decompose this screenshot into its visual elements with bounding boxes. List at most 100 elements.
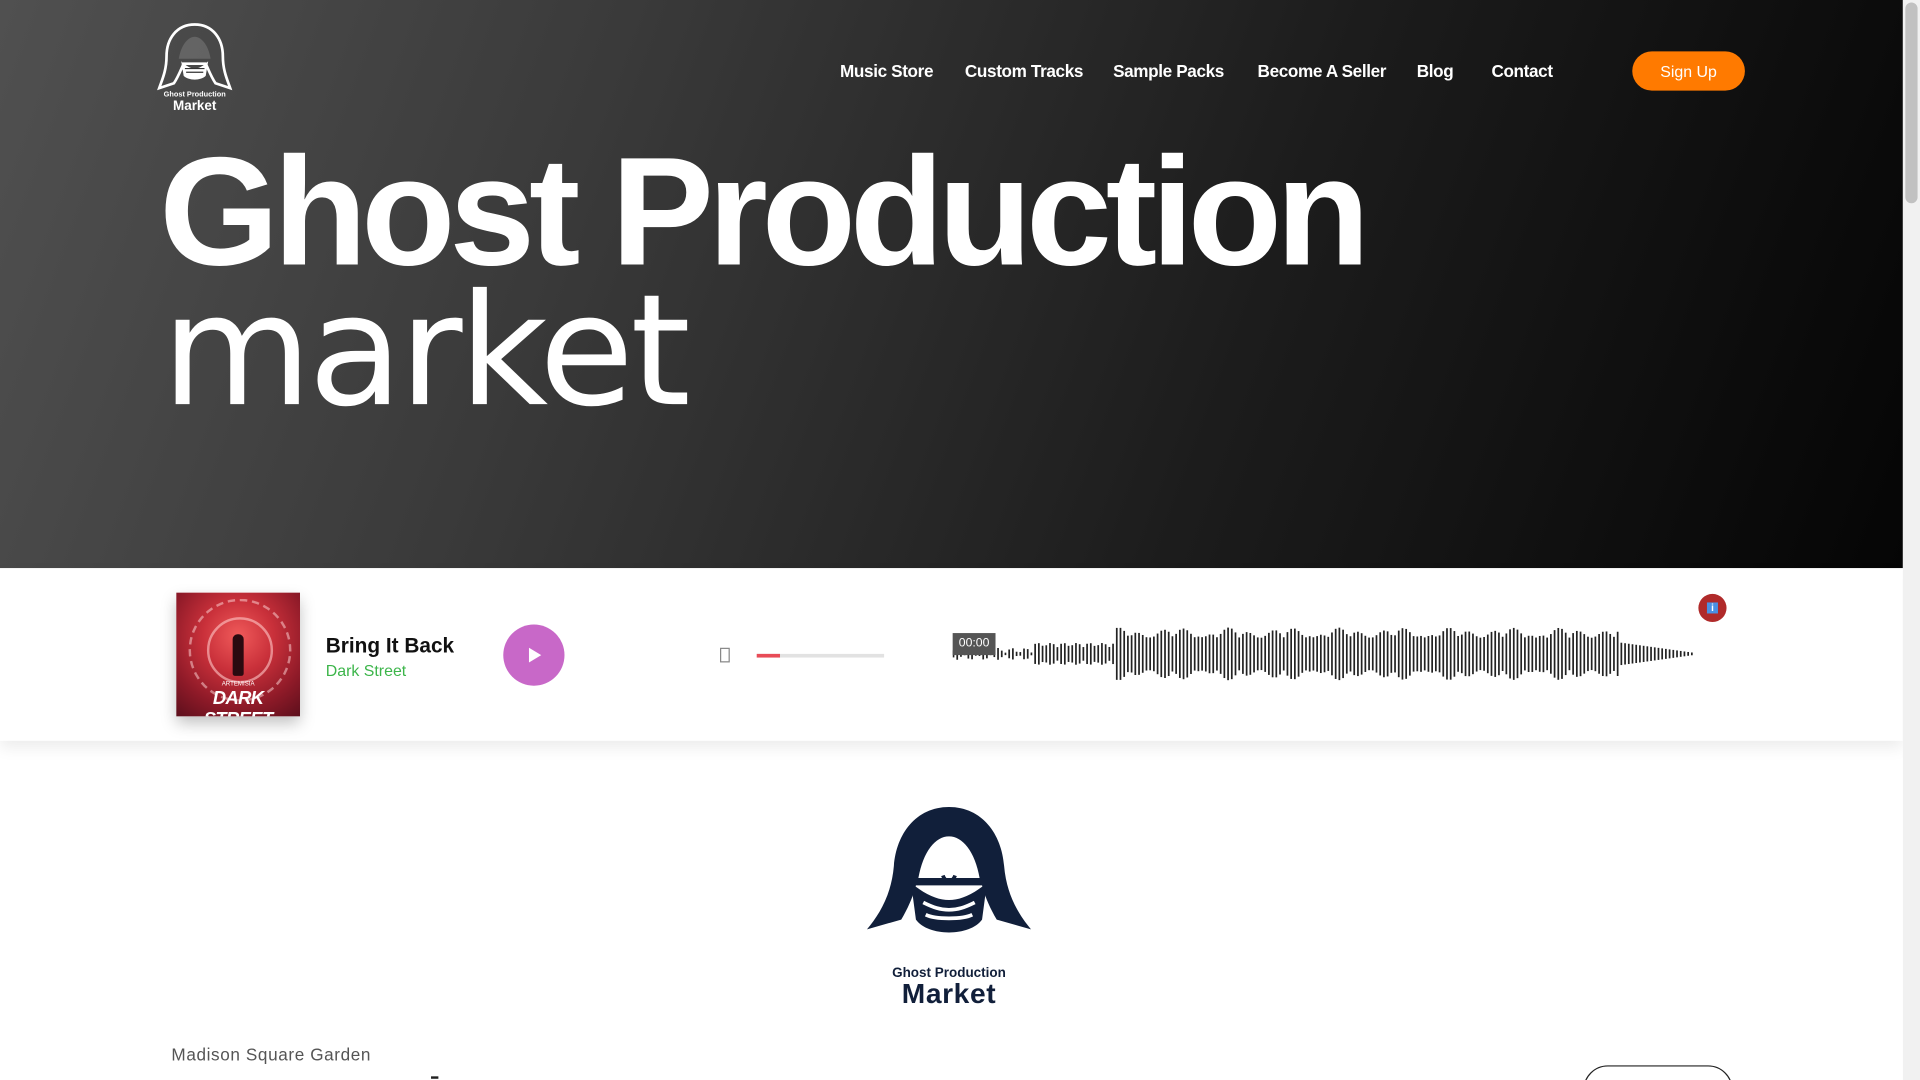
waveform-bar — [1026, 649, 1029, 659]
waveform-bar — [1394, 635, 1396, 673]
waveform-bar — [1349, 636, 1352, 672]
waveform-bar — [1282, 637, 1285, 671]
waveform-bar — [1208, 634, 1211, 674]
waveform-bar — [1546, 637, 1549, 671]
hooded-figure-icon — [866, 806, 1032, 933]
waveform-bar — [1516, 629, 1519, 679]
waveform-bar — [1201, 637, 1203, 671]
waveform-bar — [1479, 637, 1482, 671]
waveform-bar — [1375, 635, 1378, 673]
play-button[interactable] — [503, 624, 565, 686]
waveform-bar — [1594, 636, 1597, 672]
waveform-bar — [1627, 643, 1630, 665]
waveform-bar — [1568, 637, 1571, 671]
waveform-bar — [1371, 637, 1374, 671]
waveform-bar — [1123, 630, 1126, 677]
waveform-bar — [1379, 632, 1382, 676]
waveform-bar — [1483, 636, 1485, 671]
waveform-bar — [1672, 649, 1675, 658]
hooded-figure-icon — [157, 23, 233, 91]
waveform-bar — [1364, 635, 1367, 672]
waveform-bar — [1271, 630, 1274, 678]
waveform-bar — [1245, 632, 1248, 676]
waveform-bar — [1490, 631, 1493, 676]
waveform-bar — [1512, 627, 1515, 680]
waveform-bar — [1212, 634, 1215, 674]
waveform-bar — [1164, 629, 1166, 678]
waveform-bar — [1060, 643, 1062, 664]
cover-title: DARK STREET — [204, 688, 273, 716]
waveform-bar — [1538, 635, 1541, 672]
nav-custom-tracks[interactable]: Custom Tracks — [965, 61, 1084, 81]
waveform[interactable] — [952, 617, 1695, 690]
waveform-bar — [1572, 633, 1574, 675]
cover-figure — [232, 634, 244, 676]
waveform-bar — [1472, 633, 1474, 675]
waveform-bar — [1683, 651, 1686, 657]
waveform-bar — [1219, 633, 1222, 674]
waveform-bar — [1679, 650, 1682, 657]
waveform-bar — [1687, 651, 1690, 656]
info-button[interactable]: i — [1698, 593, 1727, 623]
waveform-bar — [1119, 627, 1122, 680]
waveform-bar — [1650, 646, 1652, 661]
waveform-bar — [1160, 630, 1163, 678]
volume-slider[interactable] — [756, 653, 885, 658]
waveform-bar — [1635, 644, 1638, 663]
volume-level — [756, 653, 780, 658]
waveform-bar — [1063, 643, 1066, 665]
waveform-bar — [1442, 631, 1445, 677]
waveform-bar — [1427, 635, 1430, 672]
waveform-bar — [1535, 637, 1537, 671]
waveform-bar — [1112, 643, 1114, 665]
waveform-bar — [1171, 636, 1174, 672]
waveform-bar — [1197, 636, 1200, 672]
waveform-bar — [1052, 644, 1055, 664]
waveform-bar — [1067, 645, 1070, 662]
waveform-bar — [1345, 634, 1348, 674]
waveform-bar — [1071, 645, 1074, 663]
info-icon: i — [1706, 602, 1718, 614]
waveform-bar — [1468, 631, 1471, 677]
nav-become-seller[interactable]: Become A Seller — [1258, 61, 1387, 81]
waveform-bar — [1256, 637, 1259, 671]
waveform-bar — [1561, 628, 1563, 679]
waveform-bar — [1390, 634, 1393, 673]
site-logo[interactable]: Ghost Production Market — [157, 22, 233, 115]
waveform-bar — [1286, 632, 1289, 676]
waveform-bar — [1416, 636, 1419, 672]
waveform-bar — [1230, 628, 1233, 680]
sign-up-button[interactable]: Sign Up — [1632, 51, 1745, 91]
waveform-bar — [1542, 635, 1545, 673]
time-display: 00:00 — [952, 633, 996, 656]
nav-music-store[interactable]: Music Store — [840, 61, 934, 81]
track-artist[interactable]: Dark Street — [326, 661, 407, 679]
waveform-bar — [1301, 634, 1304, 673]
waveform-bar — [1078, 644, 1081, 664]
waveform-bar — [1620, 642, 1623, 666]
waveform-bar — [1520, 633, 1523, 675]
waveform-bar — [1550, 634, 1552, 674]
waveform-bar — [1004, 652, 1007, 656]
page-scrollbar[interactable] — [1902, 0, 1920, 1080]
waveform-bar — [1193, 637, 1196, 671]
waveform-bar — [1475, 636, 1478, 672]
nav-sample-packs[interactable]: Sample Packs — [1113, 61, 1224, 81]
waveform-bar — [1108, 646, 1111, 661]
waveform-bar — [1130, 635, 1133, 673]
scrollbar-thumb[interactable] — [1905, 2, 1918, 204]
volume-icon[interactable] — [720, 647, 730, 663]
waveform-bar — [1639, 645, 1641, 663]
nav-blog[interactable]: Blog — [1417, 61, 1454, 81]
waveform-bar — [1260, 637, 1263, 671]
logo-text-small: Ghost Production — [163, 91, 226, 100]
outline-button[interactable] — [1583, 1065, 1733, 1080]
nav-contact[interactable]: Contact — [1491, 61, 1553, 81]
waveform-bar — [1316, 636, 1318, 672]
waveform-bar — [1327, 636, 1330, 671]
brand-logo-large-text: Market — [901, 977, 997, 1009]
waveform-bar — [1275, 630, 1278, 678]
waveform-bar — [1453, 631, 1456, 677]
waveform-bar — [1034, 643, 1037, 664]
waveform-bar — [1253, 635, 1255, 673]
